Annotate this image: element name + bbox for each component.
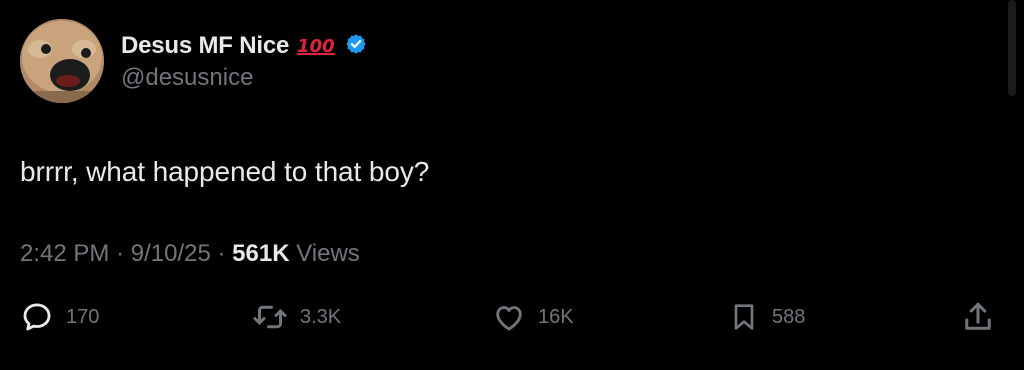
author-handle[interactable]: @desusnice bbox=[121, 64, 253, 92]
bookmark-button[interactable]: 588 bbox=[728, 299, 805, 335]
tweet-date[interactable]: 9/10/25 bbox=[131, 240, 211, 267]
verified-badge-icon[interactable] bbox=[345, 33, 367, 60]
tweet-time[interactable]: 2:42 PM bbox=[20, 240, 109, 267]
like-button[interactable]: 16K bbox=[492, 299, 574, 335]
repost-icon bbox=[253, 305, 287, 329]
heart-icon bbox=[496, 306, 522, 331]
reply-count: 170 bbox=[66, 305, 100, 328]
scrollbar-thumb[interactable] bbox=[1008, 0, 1016, 96]
repost-count: 3.3K bbox=[300, 305, 342, 328]
reply-button[interactable]: 170 bbox=[20, 299, 99, 335]
avatar[interactable] bbox=[20, 19, 104, 103]
author-name-row: Desus MF Nice 100 bbox=[121, 30, 367, 62]
speech-bubble-icon bbox=[23, 303, 51, 331]
views-label: Views bbox=[296, 240, 360, 267]
bookmark-icon bbox=[734, 304, 754, 330]
share-button[interactable] bbox=[960, 299, 996, 335]
tweet-meta: 2:42 PM · 9/10/25 · 561K Views bbox=[20, 240, 360, 268]
meta-separator: · bbox=[217, 240, 226, 267]
tweet-card: Desus MF Nice 100 @desusnice brrrr, what… bbox=[0, 0, 1024, 370]
meta-separator: · bbox=[116, 240, 125, 267]
tweet-text: brrrr, what happened to that boy? bbox=[20, 156, 430, 187]
views-count: 561K bbox=[232, 240, 290, 267]
like-count: 16K bbox=[538, 305, 574, 328]
repost-button[interactable]: 3.3K bbox=[252, 299, 341, 335]
hundred-points-emoji-icon: 100 bbox=[297, 35, 335, 57]
share-icon bbox=[965, 302, 991, 330]
display-name[interactable]: Desus MF Nice bbox=[121, 32, 289, 60]
bookmark-count: 588 bbox=[772, 305, 806, 328]
